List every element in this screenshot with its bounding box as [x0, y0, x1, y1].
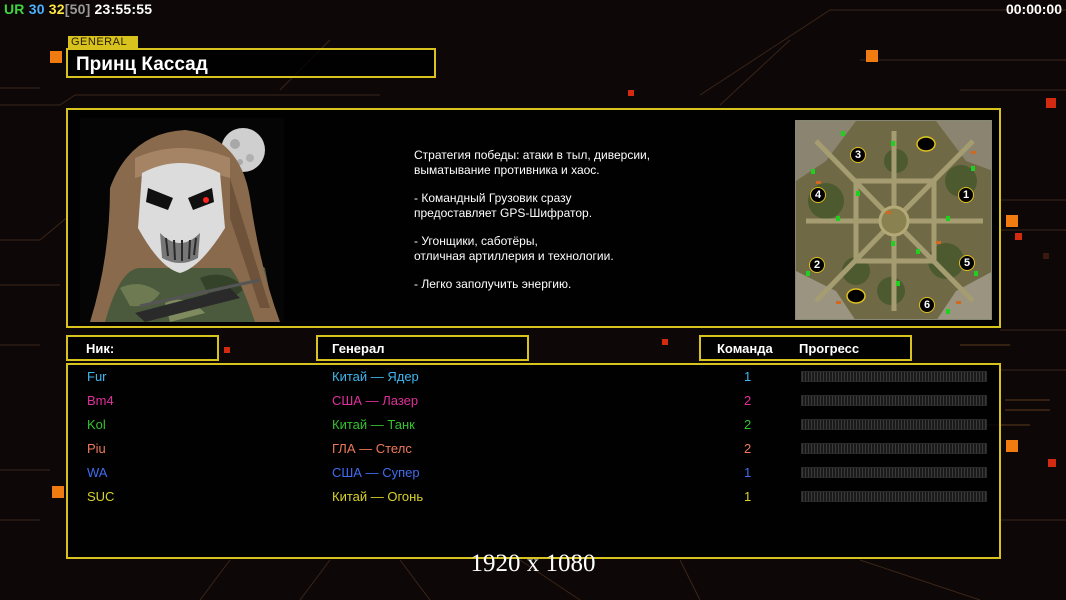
hud-part: UR: [4, 1, 29, 17]
player-general: Китай — Танк: [332, 417, 415, 432]
description-line: Стратегия победы: атаки в тыл, диверсии,…: [414, 148, 651, 177]
deco-square: [1015, 233, 1022, 240]
players-panel: Fur Китай — Ядер 1 Bm4 США — Лазер 2 Kol Китай …: [66, 363, 1001, 559]
player-team: 2: [744, 393, 752, 408]
player-row[interactable]: Kol Китай — Танк 2: [68, 414, 999, 436]
hud-stats: UR 30 32[50] 23:55:55: [4, 1, 152, 17]
start-position-1[interactable]: 1: [958, 187, 974, 203]
player-progress-bar: [801, 443, 987, 454]
player-team: 2: [744, 417, 752, 432]
player-progress-bar: [801, 395, 987, 406]
player-nick: Bm4: [87, 393, 114, 408]
player-row[interactable]: SUC Китай — Огонь 1: [68, 486, 999, 508]
deco-square: [52, 486, 64, 498]
deco-square: [1006, 215, 1018, 227]
header-nick: Ник:: [66, 335, 219, 361]
deco-square: [628, 90, 634, 96]
deco-square: [1048, 459, 1056, 467]
header-general-label: Генерал: [332, 341, 385, 356]
player-general: ГЛА — Стелс: [332, 441, 412, 456]
header-progress-label: Прогресс: [799, 341, 860, 356]
player-general: Китай — Огонь: [332, 489, 424, 504]
player-progress-bar: [801, 419, 987, 430]
hud-part: 30: [28, 1, 49, 17]
start-position-2[interactable]: 2: [809, 257, 825, 273]
general-description: Стратегия победы: атаки в тыл, диверсии,…: [414, 148, 734, 305]
player-row[interactable]: WA США — Супер 1: [68, 462, 999, 484]
hud-part: 32: [48, 1, 65, 17]
deco-square: [1006, 440, 1018, 452]
deco-square: [1046, 98, 1056, 108]
general-info-panel: Стратегия победы: атаки в тыл, диверсии,…: [66, 108, 1001, 328]
player-team: 1: [744, 465, 752, 480]
header-nick-label: Ник:: [86, 341, 115, 356]
player-row[interactable]: Fur Китай — Ядер 1: [68, 366, 999, 388]
player-team: 2: [744, 441, 752, 456]
start-position-4[interactable]: 4: [810, 187, 826, 203]
player-nick: Piu: [87, 441, 106, 456]
player-team: 1: [744, 369, 752, 384]
player-team: 1: [744, 489, 752, 504]
description-line: - Командный Грузовик сразу предоставляет…: [414, 191, 593, 220]
player-row[interactable]: Piu ГЛА — Стелс 2: [68, 438, 999, 460]
general-name: Принц Кассад: [76, 54, 208, 75]
player-nick: Fur: [87, 369, 107, 384]
player-general: Китай — Ядер: [332, 369, 419, 384]
general-portrait: [80, 118, 284, 322]
player-progress-bar: [801, 371, 987, 382]
hud-part: 23:55:55: [90, 1, 153, 17]
start-position-3[interactable]: 3: [850, 147, 866, 163]
start-position-6[interactable]: 6: [919, 297, 935, 313]
general-tag: GENERAL: [68, 36, 138, 48]
header-team-progress: Команда Прогресс: [699, 335, 912, 361]
player-row[interactable]: Bm4 США — Лазер 2: [68, 390, 999, 412]
player-general: США — Супер: [332, 465, 420, 480]
resolution-label: 1920 x 1080: [470, 550, 596, 577]
general-title-box: Принц Кассад: [66, 48, 436, 78]
game-timer: 00:00:00: [1005, 1, 1062, 17]
player-progress-bar: [801, 467, 987, 478]
map-preview[interactable]: 3 4 1 2 5 6: [795, 120, 992, 320]
header-general: Генерал: [316, 335, 529, 361]
description-line: - Легко заполучить энергию.: [414, 277, 572, 291]
player-nick: Kol: [87, 417, 106, 432]
player-nick: SUC: [87, 489, 115, 504]
player-progress-bar: [801, 491, 987, 502]
description-line: - Угонщики, саботёры, отличная артиллери…: [414, 234, 614, 263]
start-position-5[interactable]: 5: [959, 255, 975, 271]
deco-square: [1043, 253, 1049, 259]
deco-square: [50, 51, 62, 63]
hud-part: [50]: [64, 1, 91, 17]
deco-square: [662, 339, 668, 345]
deco-square: [866, 50, 878, 62]
player-general: США — Лазер: [332, 393, 419, 408]
header-team-label: Команда: [717, 341, 773, 356]
player-nick: WA: [87, 465, 108, 480]
deco-square: [224, 347, 230, 353]
